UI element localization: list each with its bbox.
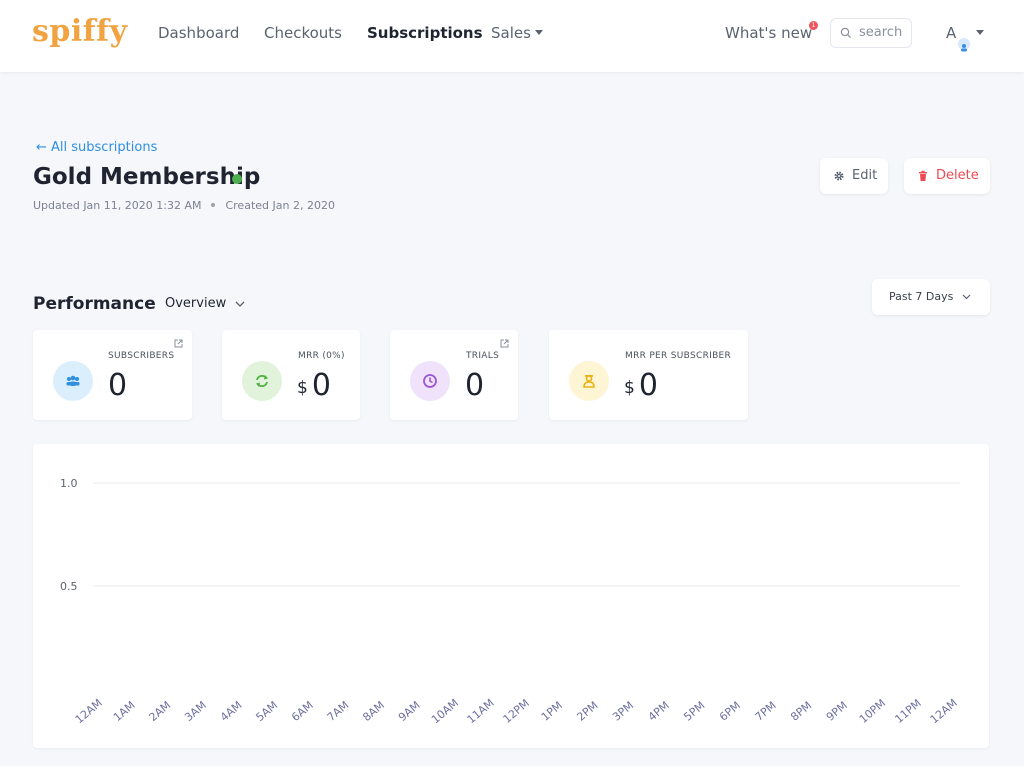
x-tick-label: 7AM (325, 699, 352, 724)
chevron-down-icon (235, 301, 245, 307)
nav-sales-label: Sales (491, 24, 531, 42)
overview-dropdown[interactable]: Overview (165, 296, 245, 311)
x-tick-label: 3PM (610, 699, 636, 724)
back-to-subscriptions-link[interactable]: ← All subscriptions (36, 140, 157, 155)
clock-icon (410, 361, 450, 401)
search-placeholder: search (859, 25, 903, 40)
x-tick-label: 1PM (539, 699, 565, 724)
mrr-value: $0 (297, 368, 331, 403)
mrr-per-subscriber-label: MRR PER SUBSCRIBER (625, 351, 732, 361)
mrr-per-subscriber-card: MRR PER SUBSCRIBER $0 (549, 330, 748, 420)
trials-card[interactable]: TRIALS 0 (390, 330, 518, 420)
x-tick-label: 8PM (788, 699, 814, 724)
subscribers-label: SUBSCRIBERS (108, 351, 175, 361)
y-tick-label: 1.0 (60, 477, 78, 490)
created-date: Created Jan 2, 2020 (225, 199, 335, 212)
mrr-amount: 0 (311, 368, 331, 403)
user-menu-caret-icon[interactable] (976, 30, 984, 35)
meta-separator (211, 203, 216, 207)
x-tick-label: 11AM (465, 696, 497, 726)
user-menu[interactable]: A (946, 24, 956, 42)
performance-chart-card: 1.0 0.5 12AM 1AM 2AM 3AM 4AM 5AM 6AM 7AM 8AM 9AM 10A… (33, 444, 989, 748)
user-badge-icon (569, 361, 609, 401)
x-tick-label: 5PM (681, 699, 707, 724)
top-navbar: spiffy Dashboard Checkouts Subscriptions… (0, 0, 1024, 72)
x-tick-label: 6AM (289, 699, 316, 724)
search-icon (840, 27, 852, 39)
subscription-meta: Updated Jan 11, 2020 1:32 AM Created Jan … (33, 199, 335, 212)
trash-icon (919, 170, 927, 181)
date-range-label: Past 7 Days (889, 290, 954, 303)
subscribers-icon (53, 361, 93, 401)
mrr-per-subscriber-amount: 0 (638, 368, 658, 403)
gear-icon (834, 171, 844, 181)
chevron-down-icon (962, 294, 971, 300)
updated-date: Updated Jan 11, 2020 1:32 AM (33, 199, 202, 212)
x-tick-label: 10AM (429, 696, 461, 726)
active-status-dot (232, 174, 242, 184)
subscribers-card[interactable]: SUBSCRIBERS 0 (33, 330, 192, 420)
nav-dashboard[interactable]: Dashboard (158, 24, 239, 42)
recurring-arrows-icon (242, 361, 282, 401)
x-tick-label: 2AM (147, 699, 174, 724)
external-link-icon[interactable] (174, 339, 183, 348)
delete-button[interactable]: Delete (904, 158, 990, 194)
mrr-label: MRR (0%) (298, 351, 345, 361)
x-tick-label: 12AM (928, 696, 960, 726)
performance-title: Performance (33, 294, 156, 314)
x-tick-label: 5AM (253, 699, 280, 724)
delete-label: Delete (936, 168, 979, 183)
user-avatar-icon (958, 38, 970, 52)
x-tick-label: 3AM (182, 699, 209, 724)
x-tick-label: 12AM (73, 696, 105, 726)
search-input[interactable]: search (830, 18, 912, 48)
mrr-card: MRR (0%) $0 (222, 330, 360, 420)
performance-chart: 1.00.512AM 1AM 2AM 3AM 4AM 5AM 6AM 7AM 8AM 9AM 10A… (60, 477, 960, 726)
trials-label: TRIALS (466, 351, 500, 361)
spiffy-logo[interactable]: spiffy (32, 14, 128, 49)
edit-button[interactable]: Edit (820, 158, 888, 194)
caret-down-icon (534, 30, 543, 35)
x-tick-label: 7PM (753, 699, 779, 724)
nav-checkouts[interactable]: Checkouts (264, 24, 342, 42)
external-link-icon[interactable] (500, 339, 509, 348)
subscribers-value: 0 (108, 368, 128, 403)
x-tick-label: 10PM (857, 697, 888, 726)
x-tick-label: 8AM (360, 699, 387, 724)
page-title: Gold Membership (33, 164, 261, 190)
x-tick-label: 9AM (396, 699, 423, 724)
mrr-per-subscriber-currency: $ (624, 378, 635, 398)
x-tick-label: 1AM (111, 699, 138, 724)
whats-new-link[interactable]: What's new (725, 24, 812, 42)
edit-label: Edit (852, 168, 878, 183)
x-tick-label: 2PM (574, 699, 600, 724)
nav-subscriptions[interactable]: Subscriptions (367, 24, 483, 42)
x-tick-label: 12PM (501, 697, 532, 726)
x-tick-label: 11PM (892, 697, 923, 726)
mrr-per-subscriber-value: $0 (624, 368, 658, 403)
nav-sales-dropdown[interactable]: Sales (491, 24, 543, 42)
date-range-dropdown[interactable]: Past 7 Days (872, 279, 990, 315)
notification-badge: 1 (809, 21, 818, 30)
y-tick-label: 0.5 (60, 580, 78, 593)
x-tick-label: 6PM (717, 699, 743, 724)
x-tick-label: 4AM (218, 699, 245, 724)
x-tick-label: 4PM (646, 699, 672, 724)
trials-value: 0 (465, 368, 485, 403)
x-tick-label: 9PM (824, 699, 850, 724)
overview-label: Overview (165, 296, 227, 311)
mrr-currency: $ (297, 378, 308, 398)
